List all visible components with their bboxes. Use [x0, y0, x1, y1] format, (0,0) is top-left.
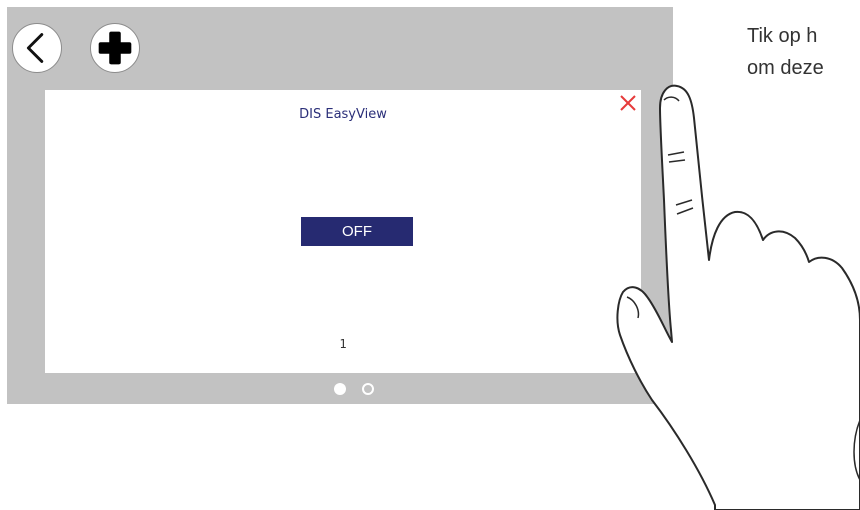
back-button[interactable]	[12, 23, 62, 73]
page-number: 1	[339, 337, 347, 351]
add-button[interactable]	[90, 23, 140, 73]
page-dot-inactive[interactable]	[362, 383, 374, 395]
close-icon	[620, 95, 636, 111]
page-indicator	[334, 383, 382, 397]
dialog-title: DIS EasyView	[299, 107, 387, 122]
chevron-left-icon	[26, 33, 44, 63]
instruction-text: Tik op h om deze	[747, 20, 860, 90]
instruction-line-1: Tik op h	[747, 25, 818, 47]
plus-icon	[98, 31, 132, 65]
device-screen: DIS EasyView OFF 1	[7, 7, 673, 404]
off-button[interactable]: OFF	[301, 217, 413, 246]
device-dialog: DIS EasyView OFF 1	[45, 90, 641, 373]
instruction-line-2: om deze	[747, 57, 824, 79]
page-dot-active[interactable]	[334, 383, 346, 395]
close-button[interactable]	[615, 90, 641, 116]
